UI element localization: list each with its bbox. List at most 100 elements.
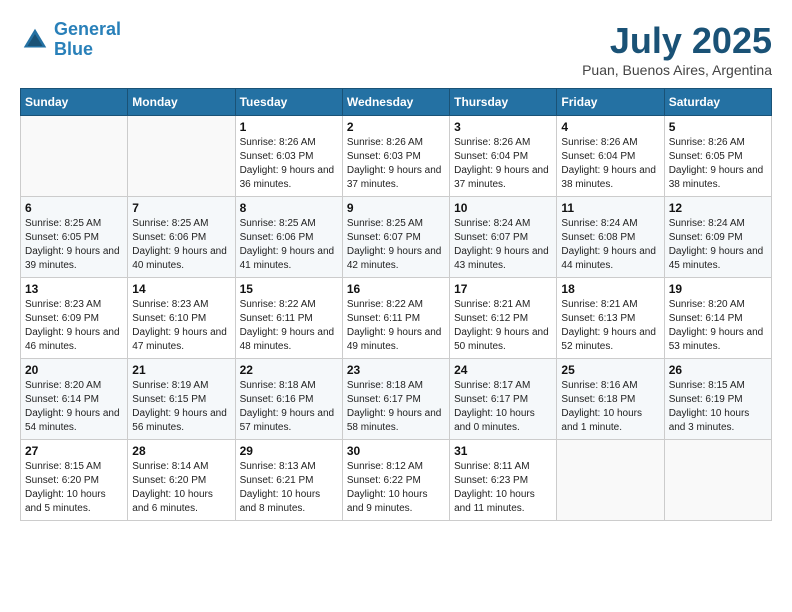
calendar-cell: 20 Sunrise: 8:20 AM Sunset: 6:14 PM Dayli…	[21, 359, 128, 440]
calendar-cell: 19 Sunrise: 8:20 AM Sunset: 6:14 PM Dayli…	[664, 278, 771, 359]
calendar-cell: 25 Sunrise: 8:16 AM Sunset: 6:18 PM Dayli…	[557, 359, 664, 440]
calendar-cell: 24Sunrise: 8:17 AM Sunset: 6:17 PM Dayli…	[450, 359, 557, 440]
day-detail: Sunrise: 8:26 AM Sunset: 6:05 PM Dayligh…	[669, 136, 767, 192]
calendar-cell: 7Sunrise: 8:25 AM Sunset: 6:06 PM Daylig…	[128, 197, 235, 278]
calendar-cell: 4 Sunrise: 8:26 AM Sunset: 6:04 PM Daylig…	[557, 116, 664, 197]
calendar-cell	[557, 440, 664, 521]
day-number: 25	[561, 363, 659, 377]
day-detail: Sunrise: 8:14 AM Sunset: 6:20 PM Dayligh…	[132, 460, 230, 516]
day-detail: Sunrise: 8:22 AM Sunset: 6:11 PM Dayligh…	[240, 298, 338, 354]
day-detail: Sunrise: 8:25 AM Sunset: 6:06 PM Dayligh…	[132, 217, 230, 273]
day-number: 26	[669, 363, 767, 377]
day-number: 15	[240, 282, 338, 296]
day-number: 21	[132, 363, 230, 377]
calendar-cell	[21, 116, 128, 197]
calendar-cell	[128, 116, 235, 197]
day-detail: Sunrise: 8:25 AM Sunset: 6:07 PM Dayligh…	[347, 217, 445, 273]
day-number: 11	[561, 201, 659, 215]
calendar-cell: 3Sunrise: 8:26 AM Sunset: 6:04 PM Daylig…	[450, 116, 557, 197]
day-number: 27	[25, 444, 123, 458]
calendar-cell: 9 Sunrise: 8:25 AM Sunset: 6:07 PM Daylig…	[342, 197, 449, 278]
day-detail: Sunrise: 8:26 AM Sunset: 6:03 PM Dayligh…	[240, 136, 338, 192]
day-detail: Sunrise: 8:18 AM Sunset: 6:16 PM Dayligh…	[240, 379, 338, 435]
day-number: 18	[561, 282, 659, 296]
day-number: 29	[240, 444, 338, 458]
day-number: 23	[347, 363, 445, 377]
calendar-cell: 28 Sunrise: 8:14 AM Sunset: 6:20 PM Dayli…	[128, 440, 235, 521]
day-number: 28	[132, 444, 230, 458]
logo-text: General Blue	[54, 20, 121, 60]
logo-icon	[20, 25, 50, 55]
calendar-cell: 14 Sunrise: 8:23 AM Sunset: 6:10 PM Dayli…	[128, 278, 235, 359]
calendar-cell: 13Sunrise: 8:23 AM Sunset: 6:09 PM Dayli…	[21, 278, 128, 359]
calendar-header-row: SundayMondayTuesdayWednesdayThursdayFrid…	[21, 89, 772, 116]
day-number: 19	[669, 282, 767, 296]
calendar-week-row: 13Sunrise: 8:23 AM Sunset: 6:09 PM Dayli…	[21, 278, 772, 359]
calendar-cell: 26 Sunrise: 8:15 AM Sunset: 6:19 PM Dayli…	[664, 359, 771, 440]
calendar-week-row: 6 Sunrise: 8:25 AM Sunset: 6:05 PM Daylig…	[21, 197, 772, 278]
column-header-wednesday: Wednesday	[342, 89, 449, 116]
day-number: 20	[25, 363, 123, 377]
day-number: 22	[240, 363, 338, 377]
calendar-cell: 17Sunrise: 8:21 AM Sunset: 6:12 PM Dayli…	[450, 278, 557, 359]
calendar-cell: 18Sunrise: 8:21 AM Sunset: 6:13 PM Dayli…	[557, 278, 664, 359]
calendar-week-row: 27Sunrise: 8:15 AM Sunset: 6:20 PM Dayli…	[21, 440, 772, 521]
calendar-cell: 23Sunrise: 8:18 AM Sunset: 6:17 PM Dayli…	[342, 359, 449, 440]
day-number: 31	[454, 444, 552, 458]
day-number: 12	[669, 201, 767, 215]
day-detail: Sunrise: 8:26 AM Sunset: 6:03 PM Dayligh…	[347, 136, 445, 192]
day-number: 8	[240, 201, 338, 215]
day-number: 1	[240, 120, 338, 134]
day-detail: Sunrise: 8:24 AM Sunset: 6:09 PM Dayligh…	[669, 217, 767, 273]
day-detail: Sunrise: 8:23 AM Sunset: 6:10 PM Dayligh…	[132, 298, 230, 354]
day-detail: Sunrise: 8:13 AM Sunset: 6:21 PM Dayligh…	[240, 460, 338, 516]
logo-line1: General	[54, 19, 121, 39]
day-detail: Sunrise: 8:12 AM Sunset: 6:22 PM Dayligh…	[347, 460, 445, 516]
calendar-cell: 8Sunrise: 8:25 AM Sunset: 6:06 PM Daylig…	[235, 197, 342, 278]
column-header-thursday: Thursday	[450, 89, 557, 116]
day-detail: Sunrise: 8:20 AM Sunset: 6:14 PM Dayligh…	[25, 379, 123, 435]
calendar-cell: 11 Sunrise: 8:24 AM Sunset: 6:08 PM Dayli…	[557, 197, 664, 278]
calendar-cell: 21Sunrise: 8:19 AM Sunset: 6:15 PM Dayli…	[128, 359, 235, 440]
location: Puan, Buenos Aires, Argentina	[582, 62, 772, 78]
day-detail: Sunrise: 8:26 AM Sunset: 6:04 PM Dayligh…	[561, 136, 659, 192]
day-detail: Sunrise: 8:15 AM Sunset: 6:19 PM Dayligh…	[669, 379, 767, 435]
calendar-cell: 31Sunrise: 8:11 AM Sunset: 6:23 PM Dayli…	[450, 440, 557, 521]
day-detail: Sunrise: 8:21 AM Sunset: 6:12 PM Dayligh…	[454, 298, 552, 354]
column-header-monday: Monday	[128, 89, 235, 116]
day-detail: Sunrise: 8:25 AM Sunset: 6:05 PM Dayligh…	[25, 217, 123, 273]
day-number: 30	[347, 444, 445, 458]
calendar-cell: 15 Sunrise: 8:22 AM Sunset: 6:11 PM Dayli…	[235, 278, 342, 359]
day-number: 5	[669, 120, 767, 134]
column-header-friday: Friday	[557, 89, 664, 116]
calendar-cell: 1 Sunrise: 8:26 AM Sunset: 6:03 PM Daylig…	[235, 116, 342, 197]
day-detail: Sunrise: 8:24 AM Sunset: 6:08 PM Dayligh…	[561, 217, 659, 273]
day-number: 16	[347, 282, 445, 296]
calendar-cell: 29 Sunrise: 8:13 AM Sunset: 6:21 PM Dayli…	[235, 440, 342, 521]
day-number: 9	[347, 201, 445, 215]
title-block: July 2025 Puan, Buenos Aires, Argentina	[582, 20, 772, 78]
day-detail: Sunrise: 8:26 AM Sunset: 6:04 PM Dayligh…	[454, 136, 552, 192]
calendar-cell: 16 Sunrise: 8:22 AM Sunset: 6:11 PM Dayli…	[342, 278, 449, 359]
day-number: 4	[561, 120, 659, 134]
day-detail: Sunrise: 8:20 AM Sunset: 6:14 PM Dayligh…	[669, 298, 767, 354]
day-detail: Sunrise: 8:23 AM Sunset: 6:09 PM Dayligh…	[25, 298, 123, 354]
logo-line2: Blue	[54, 39, 93, 59]
calendar-cell	[664, 440, 771, 521]
day-detail: Sunrise: 8:22 AM Sunset: 6:11 PM Dayligh…	[347, 298, 445, 354]
calendar-cell: 27Sunrise: 8:15 AM Sunset: 6:20 PM Dayli…	[21, 440, 128, 521]
calendar-week-row: 20 Sunrise: 8:20 AM Sunset: 6:14 PM Dayli…	[21, 359, 772, 440]
calendar-table: SundayMondayTuesdayWednesdayThursdayFrid…	[20, 88, 772, 521]
day-number: 6	[25, 201, 123, 215]
day-detail: Sunrise: 8:17 AM Sunset: 6:17 PM Dayligh…	[454, 379, 552, 435]
calendar-cell: 6 Sunrise: 8:25 AM Sunset: 6:05 PM Daylig…	[21, 197, 128, 278]
page-header: General Blue July 2025 Puan, Buenos Aire…	[20, 20, 772, 78]
calendar-cell: 10Sunrise: 8:24 AM Sunset: 6:07 PM Dayli…	[450, 197, 557, 278]
calendar-cell: 22 Sunrise: 8:18 AM Sunset: 6:16 PM Dayli…	[235, 359, 342, 440]
column-header-sunday: Sunday	[21, 89, 128, 116]
calendar-cell: 30 Sunrise: 8:12 AM Sunset: 6:22 PM Dayli…	[342, 440, 449, 521]
calendar-cell: 5 Sunrise: 8:26 AM Sunset: 6:05 PM Daylig…	[664, 116, 771, 197]
day-detail: Sunrise: 8:16 AM Sunset: 6:18 PM Dayligh…	[561, 379, 659, 435]
column-header-saturday: Saturday	[664, 89, 771, 116]
day-number: 14	[132, 282, 230, 296]
